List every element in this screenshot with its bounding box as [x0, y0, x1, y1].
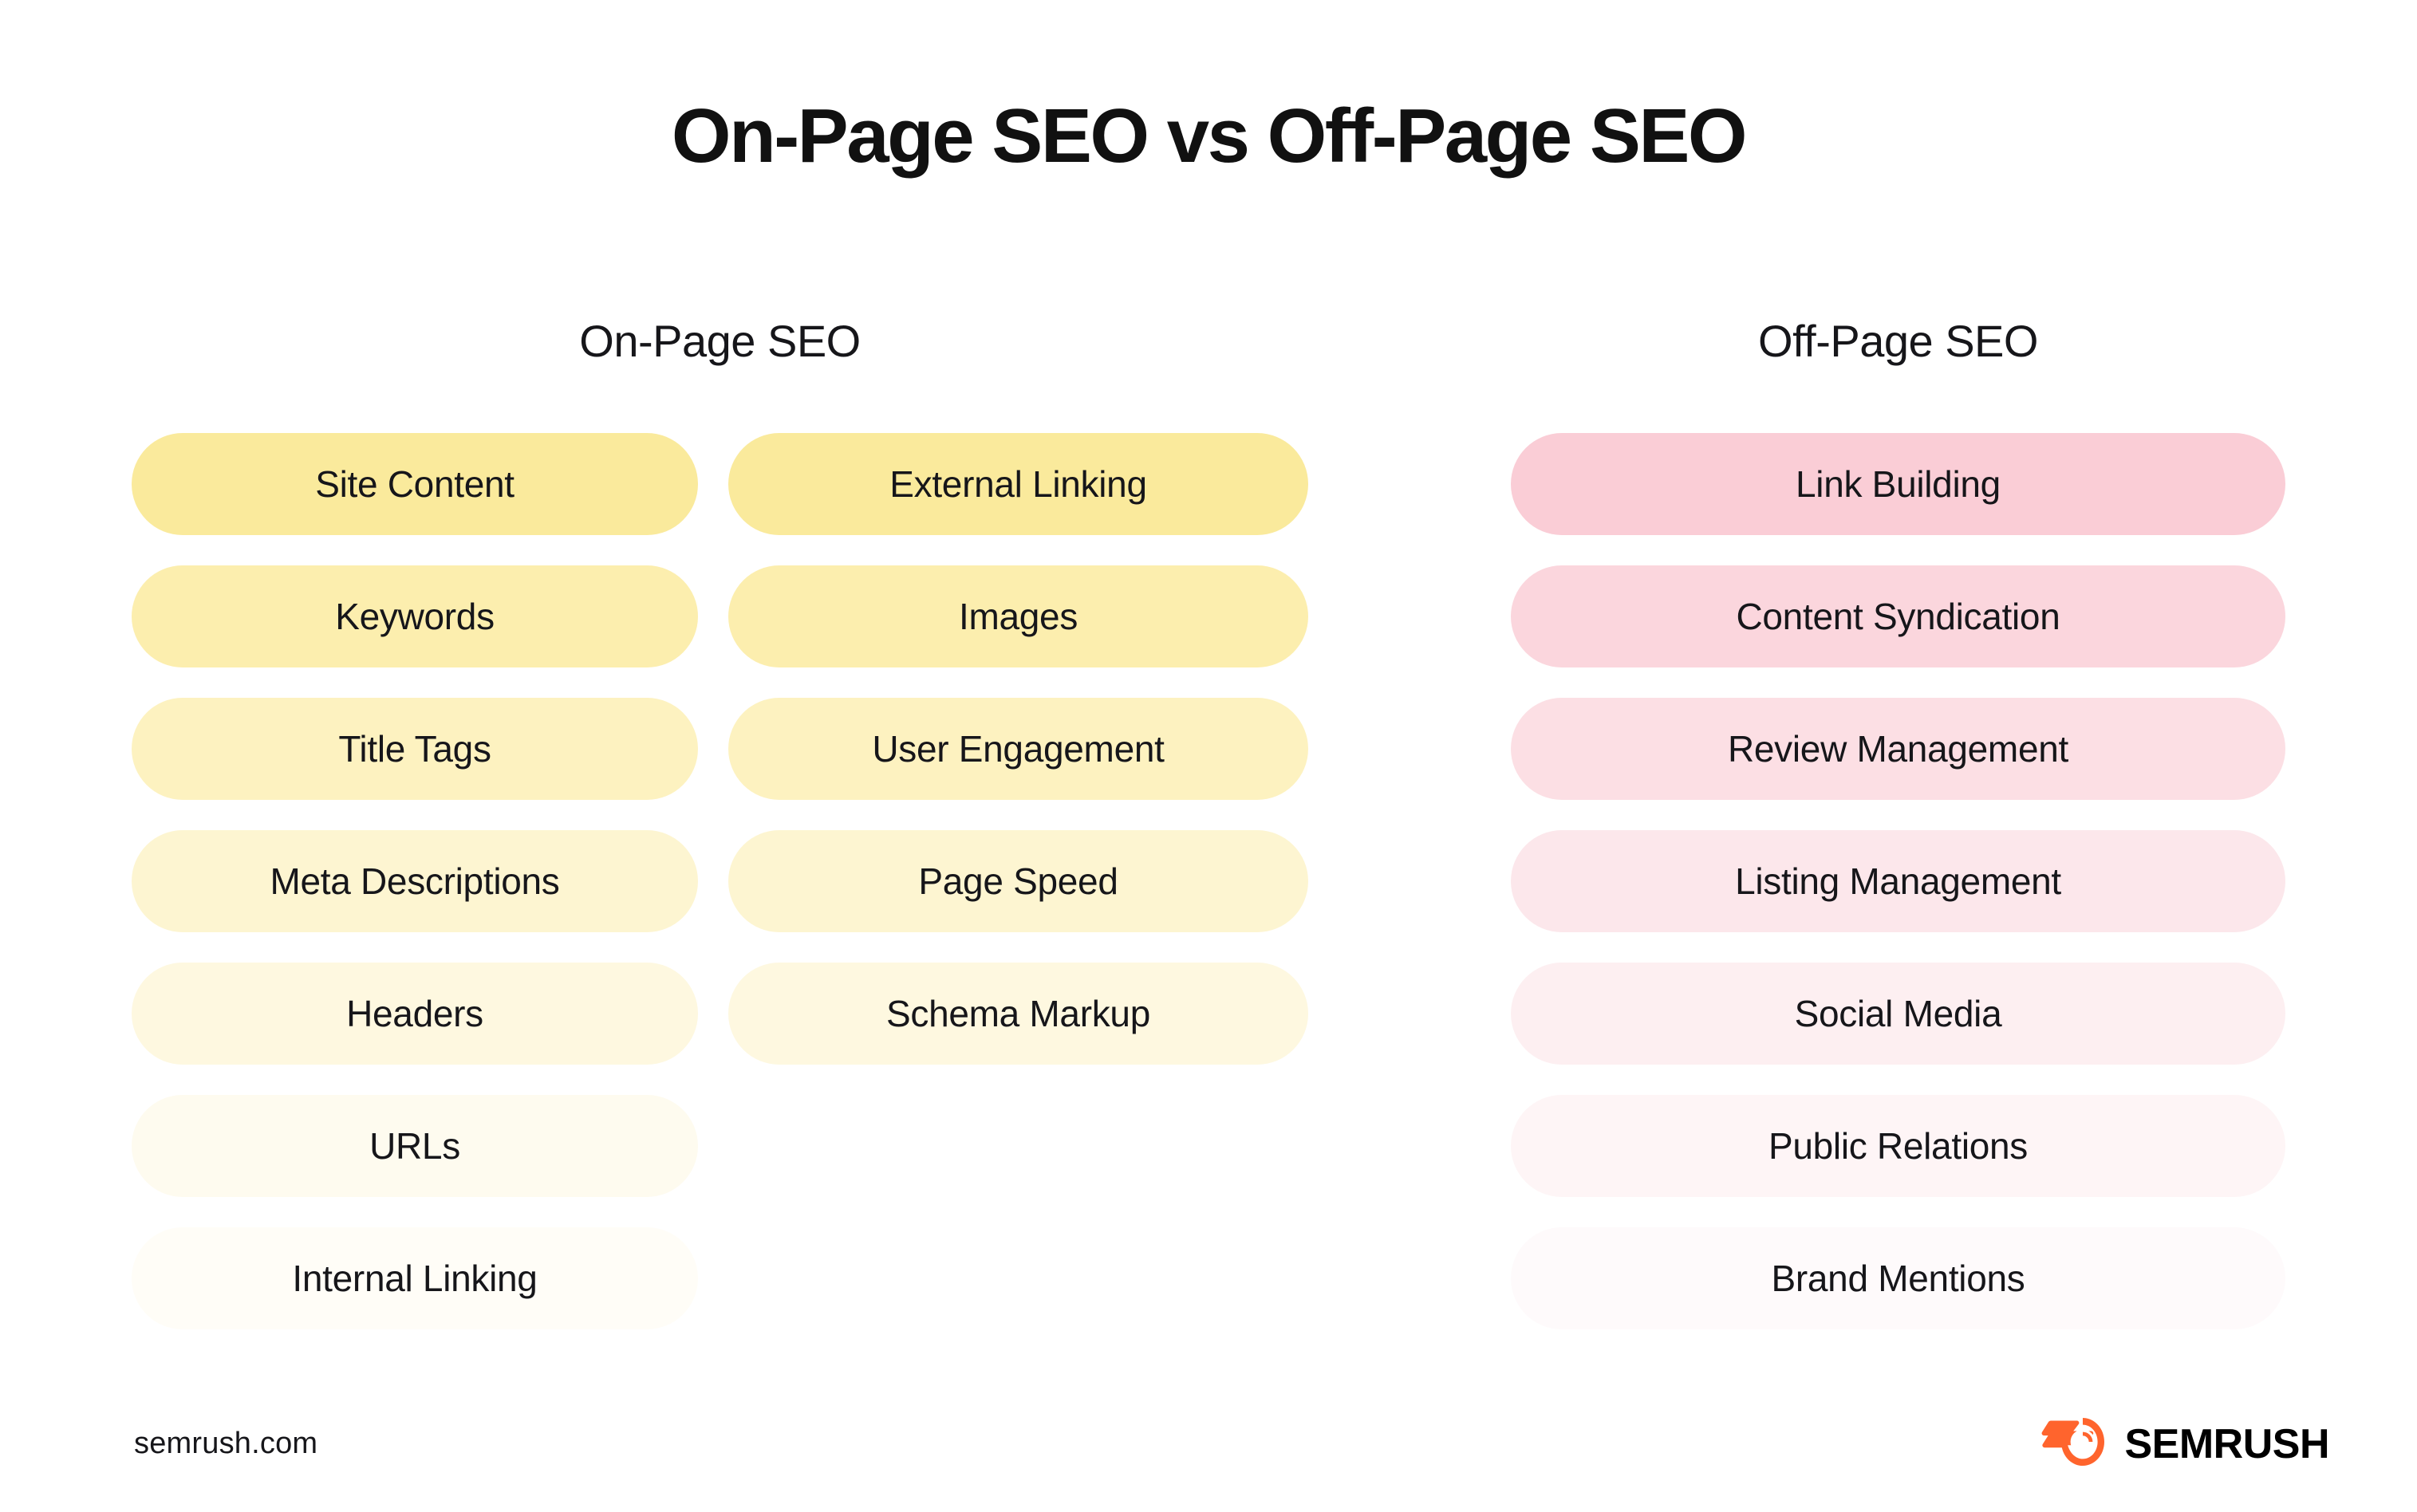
infographic-canvas: On-Page SEO vs Off-Page SEO On-Page SEO … [0, 0, 2417, 1512]
on-page-pill: Meta Descriptions [132, 830, 698, 932]
on-page-pill-label: Site Content [315, 463, 515, 505]
on-page-pill: Page Speed [728, 830, 1308, 932]
semrush-logo: SEMRUSH [2041, 1416, 2329, 1471]
off-page-pill-column: Link Building Content Syndication Review M… [1511, 433, 2285, 1329]
off-page-pill: Social Media [1511, 963, 2285, 1065]
off-page-pill: Public Relations [1511, 1095, 2285, 1197]
on-page-pill-label: Title Tags [338, 728, 491, 770]
on-page-pill: Title Tags [132, 698, 698, 800]
on-page-pill: Headers [132, 963, 698, 1065]
on-page-pill-label: Meta Descriptions [270, 860, 560, 902]
on-page-pill: URLs [132, 1095, 698, 1197]
on-page-pill: Site Content [132, 433, 698, 535]
off-page-pill-label: Review Management [1727, 728, 2068, 770]
on-page-pill-label: Keywords [335, 596, 495, 637]
footer-source-url: semrush.com [134, 1427, 318, 1460]
on-page-pill-column-primary: Site Content Keywords Title Tags Meta Descr… [132, 433, 698, 1329]
off-page-pill-label: Brand Mentions [1771, 1258, 2025, 1299]
off-page-pill: Content Syndication [1511, 565, 2285, 667]
on-page-pill-label: Headers [346, 993, 483, 1034]
off-page-pill: Link Building [1511, 433, 2285, 535]
column-heading-off-page: Off-Page SEO [1758, 316, 2038, 366]
column-heading-on-page: On-Page SEO [579, 316, 861, 366]
on-page-pill: Schema Markup [728, 963, 1308, 1065]
on-page-pill: Keywords [132, 565, 698, 667]
on-page-pill-label: Internal Linking [292, 1258, 538, 1299]
on-page-pill-label: Page Speed [918, 860, 1118, 902]
on-page-pill-label: External Linking [889, 463, 1147, 505]
on-page-pill-column-secondary: External Linking Images User Engagement Pag… [728, 433, 1308, 1065]
on-page-pill-label: User Engagement [872, 728, 1165, 770]
off-page-pill-label: Link Building [1796, 463, 2001, 505]
off-page-pill-label: Listing Management [1735, 860, 2061, 902]
semrush-wordmark: SEMRUSH [2124, 1420, 2329, 1467]
off-page-pill: Review Management [1511, 698, 2285, 800]
off-page-pill-label: Social Media [1794, 993, 2002, 1034]
on-page-pill: External Linking [728, 433, 1308, 535]
off-page-pill-label: Content Syndication [1736, 596, 2060, 637]
on-page-pill: Internal Linking [132, 1227, 698, 1329]
on-page-pill-label: Schema Markup [885, 993, 1150, 1034]
on-page-pill-label: Images [958, 596, 1078, 637]
on-page-pill-label: URLs [369, 1125, 460, 1167]
off-page-pill: Brand Mentions [1511, 1227, 2285, 1329]
off-page-pill-label: Public Relations [1768, 1125, 2029, 1167]
semrush-comet-icon [2041, 1416, 2108, 1471]
on-page-pill: User Engagement [728, 698, 1308, 800]
on-page-pill: Images [728, 565, 1308, 667]
page-title: On-Page SEO vs Off-Page SEO [671, 93, 1748, 179]
off-page-pill: Listing Management [1511, 830, 2285, 932]
